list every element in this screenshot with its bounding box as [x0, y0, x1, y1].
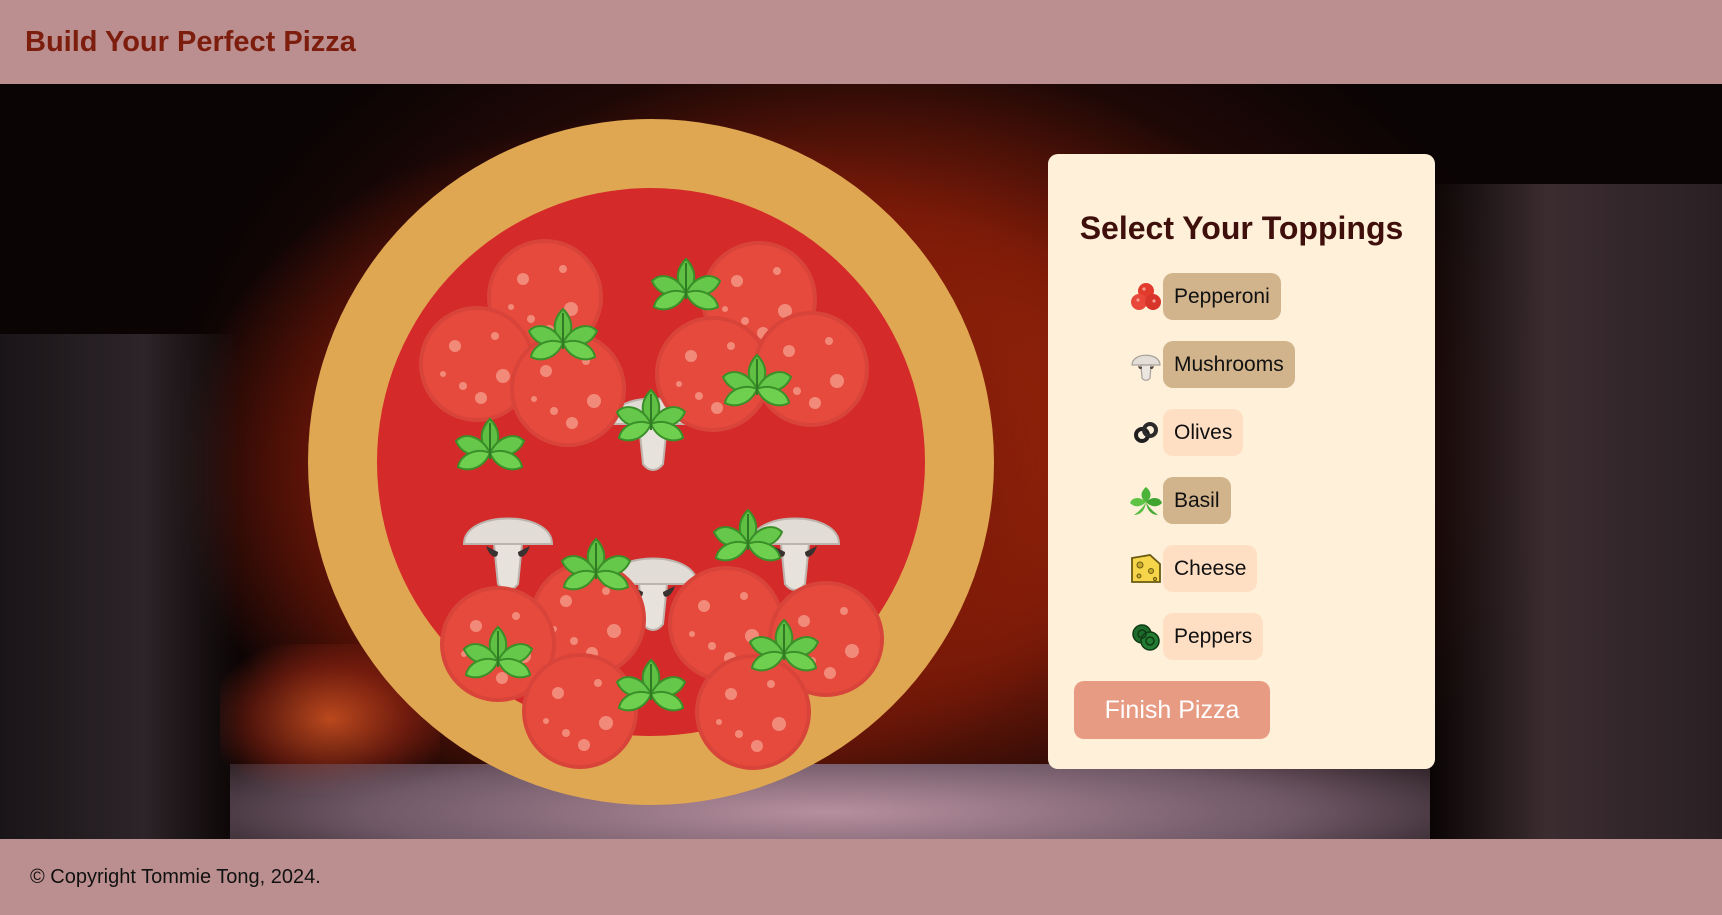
topping-mushrooms: Mushrooms — [1129, 341, 1409, 388]
pizza-preview — [308, 119, 994, 805]
oven-background: Select Your Toppings Pepperoni Mushrooms… — [0, 84, 1722, 839]
site-header: Build Your Perfect Pizza — [0, 0, 1722, 84]
toppings-list: Pepperoni Mushrooms Olives Basil Cheese … — [1129, 273, 1409, 660]
olive-icon — [1134, 421, 1158, 443]
topping-button-pepperoni[interactable]: Pepperoni — [1163, 273, 1281, 320]
topping-peppers: Peppers — [1129, 613, 1409, 660]
topping-cheese: Cheese — [1129, 545, 1409, 592]
topping-button-cheese[interactable]: Cheese — [1163, 545, 1258, 592]
toppings-title: Select Your Toppings — [1079, 210, 1404, 246]
topping-button-peppers[interactable]: Peppers — [1163, 613, 1264, 660]
topping-button-mushrooms[interactable]: Mushrooms — [1163, 341, 1295, 388]
pepperoni-topping — [695, 654, 811, 770]
topping-button-olives[interactable]: Olives — [1163, 409, 1244, 456]
copyright-text: © Copyright Tommie Tong, 2024. — [30, 865, 321, 888]
topping-basil: Basil — [1129, 477, 1409, 524]
finish-pizza-button[interactable]: Finish Pizza — [1074, 681, 1270, 739]
oven-wall-left — [0, 334, 240, 839]
topping-olives: Olives — [1129, 409, 1409, 456]
cheese-icon — [1131, 553, 1161, 583]
basil-icon — [1130, 486, 1162, 515]
pepperoni-icon — [1131, 282, 1161, 310]
pepperoni-topping — [753, 311, 869, 427]
toppings-panel: Select Your Toppings Pepperoni Mushrooms… — [1048, 154, 1435, 769]
topping-button-basil[interactable]: Basil — [1163, 477, 1231, 524]
mushroom-icon — [1131, 354, 1161, 381]
pepperoni-topping — [522, 653, 638, 769]
topping-pepperoni: Pepperoni — [1129, 273, 1409, 320]
pepper-icon — [1132, 623, 1160, 651]
oven-wall-right — [1430, 184, 1722, 839]
page-title: Build Your Perfect Pizza — [25, 25, 356, 58]
site-footer: © Copyright Tommie Tong, 2024. — [0, 839, 1722, 915]
